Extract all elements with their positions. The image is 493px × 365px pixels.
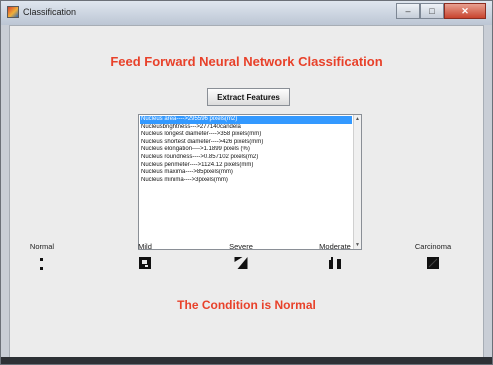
feature-list-item[interactable]: Nucleus elongation---->1.1899 pixels (%) <box>140 146 352 154</box>
condition-result: The Condition is Normal <box>177 298 316 312</box>
class-label-severe: Severe <box>229 242 253 251</box>
severe-glyph-icon <box>234 257 248 269</box>
taskbar-edge <box>1 357 492 364</box>
feature-list-item[interactable]: Nucleus roundness---->0.857102 pixels(m2… <box>140 154 352 162</box>
close-button[interactable]: ✕ <box>444 3 486 19</box>
class-label-carcinoma: Carcinoma <box>414 242 452 251</box>
features-listbox[interactable]: Nucleus area---->295596 pixels(m2) Nucleu… <box>138 114 362 250</box>
feature-list-item[interactable]: Nucleus shortest diameter---->426 pixels… <box>140 139 352 147</box>
feature-list-item[interactable]: Nucleusbrightness--->277140candela <box>140 124 352 132</box>
scroll-up-icon[interactable]: ▲ <box>354 115 361 123</box>
minimize-button[interactable]: – <box>396 3 420 19</box>
window-controls: – □ ✕ <box>396 3 486 19</box>
figure-panel: Feed Forward Neural Network Classificati… <box>9 25 484 358</box>
feature-list-item[interactable]: Nucleus maxima---->85pixels(mm) <box>140 169 352 177</box>
feature-list-item[interactable]: Nucleus area---->295596 pixels(m2) <box>140 116 352 124</box>
classification-window: Classification – □ ✕ Feed Forward Neural… <box>0 0 493 365</box>
extract-features-button[interactable]: Extract Features <box>207 88 290 106</box>
feature-list-item[interactable]: Nucleus perimeter---->1124.12 pixels(mm) <box>140 162 352 170</box>
feature-list-item[interactable]: Nucleus minima---->3pixels(mm) <box>140 177 352 185</box>
features-list: Nucleus area---->295596 pixels(m2) Nucleu… <box>140 116 352 184</box>
listbox-scrollbar[interactable]: ▲ ▼ <box>353 115 361 249</box>
carcinoma-glyph-icon <box>427 257 439 269</box>
normal-glyph-icon <box>40 258 43 270</box>
close-icon: ✕ <box>461 5 469 16</box>
class-label-moderate: Moderate <box>319 242 351 251</box>
moderate-glyph-icon <box>329 257 341 269</box>
class-label-normal: Normal <box>29 242 55 251</box>
page-title: Feed Forward Neural Network Classificati… <box>110 54 383 69</box>
window-title: Classification <box>23 7 77 17</box>
title-bar[interactable]: Classification – □ ✕ <box>1 1 492 25</box>
class-label-mild: Mild <box>138 242 152 251</box>
minimize-icon: – <box>405 6 411 16</box>
maximize-button[interactable]: □ <box>420 3 444 19</box>
feature-list-item[interactable]: Nucleus longest diameter---->358 pixels(… <box>140 131 352 139</box>
app-icon <box>7 6 19 18</box>
maximize-icon: □ <box>429 6 435 16</box>
mild-glyph-icon <box>139 257 151 269</box>
